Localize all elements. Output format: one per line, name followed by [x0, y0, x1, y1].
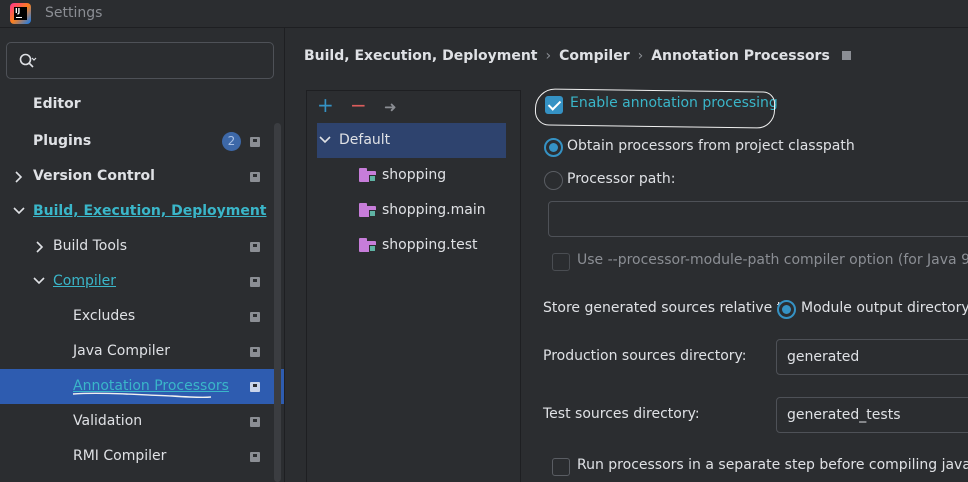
settings-sidebar: Editor Plugins 2 Version Control Build, … — [0, 28, 284, 482]
breadcrumb-item[interactable]: Build, Execution, Deployment — [304, 48, 538, 64]
project-level-icon — [250, 172, 260, 182]
production-sources-field[interactable]: generated — [776, 339, 968, 375]
breadcrumb: Build, Execution, Deployment › Compiler › An… — [304, 48, 851, 64]
update-count-badge: 2 — [222, 132, 241, 151]
sidebar-item-label: Editor — [33, 96, 81, 112]
search-icon — [19, 53, 37, 68]
chevron-down-icon — [319, 136, 331, 144]
checkbox-box[interactable] — [552, 253, 570, 271]
remove-icon[interactable]: − — [350, 95, 367, 115]
profiles-toolbar: + − ➜ — [307, 91, 520, 121]
sidebar-item-label: Excludes — [73, 308, 136, 324]
chevron-right-icon — [15, 171, 23, 183]
profiles-tree: + − ➜ Default shopping shopping.main sho… — [306, 90, 521, 482]
chevron-right-icon — [36, 241, 44, 253]
module-label: shopping.test — [382, 237, 478, 253]
module-folder-icon — [359, 168, 376, 182]
annotation-underline-mark — [72, 392, 212, 399]
title-bar: IJ Settings — [0, 0, 968, 28]
production-sources-label: Production sources directory: — [543, 348, 747, 364]
radio-label: Obtain processors from project classpath — [567, 138, 855, 154]
project-level-icon — [250, 277, 260, 287]
sidebar-item-rmi-compiler[interactable]: RMI Compiler — [0, 439, 284, 474]
sidebar-item-label: Compiler — [53, 273, 117, 289]
checkbox-label: Use --processor-module-path compiler opt… — [577, 252, 968, 268]
move-arrow-icon[interactable]: ➜ — [384, 97, 397, 117]
project-level-icon — [841, 51, 851, 60]
search-input[interactable] — [6, 42, 274, 79]
intellij-logo-icon: IJ — [10, 3, 31, 24]
breadcrumb-item: Annotation Processors — [651, 48, 830, 64]
sidebar-item-plugins[interactable]: Plugins 2 — [0, 124, 284, 159]
breadcrumb-separator: › — [637, 48, 644, 64]
radio-label: Module output directory — [801, 300, 968, 316]
sidebar-item-label: Build, Execution, Deployment — [33, 203, 267, 219]
radio-button[interactable] — [777, 300, 796, 319]
sidebar-item-version-control[interactable]: Version Control — [0, 159, 284, 194]
sidebar-item-build-execution-deployment[interactable]: Build, Execution, Deployment — [0, 194, 284, 229]
sidebar-item-label: Version Control — [33, 168, 155, 184]
processor-path-field[interactable] — [548, 201, 968, 237]
sidebar-item-label: Java Compiler — [73, 343, 171, 359]
store-generated-label: Store generated sources relative to: — [543, 300, 796, 316]
checkbox-box[interactable] — [552, 458, 570, 476]
sidebar-item-java-compiler[interactable]: Java Compiler — [0, 334, 284, 369]
sidebar-item-label: Build Tools — [53, 238, 128, 254]
annotation-circle-mark — [534, 88, 776, 129]
sidebar-item-compiler[interactable]: Compiler — [0, 264, 284, 299]
radio-label: Processor path: — [567, 171, 676, 187]
project-level-icon — [250, 242, 260, 252]
sidebar-item-validation[interactable]: Validation — [0, 404, 284, 439]
test-sources-label: Test sources directory: — [543, 406, 700, 422]
project-level-icon — [250, 312, 260, 322]
sidebar-item-editor[interactable]: Editor — [0, 87, 284, 122]
module-folder-icon — [359, 238, 376, 252]
sidebar-item-label: Plugins — [33, 133, 92, 149]
module-label: shopping.main — [382, 202, 486, 218]
test-sources-field[interactable]: generated_tests — [776, 397, 968, 433]
chevron-down-icon — [33, 277, 45, 285]
project-level-icon — [250, 382, 260, 392]
add-icon[interactable]: + — [317, 95, 334, 115]
project-level-icon — [250, 417, 260, 427]
project-level-icon — [250, 137, 260, 147]
module-label: shopping — [382, 167, 447, 183]
radio-button[interactable] — [544, 138, 563, 157]
sidebar-item-build-tools[interactable]: Build Tools — [0, 229, 284, 264]
chevron-down-icon — [13, 207, 25, 215]
sidebar-item-excludes[interactable]: Excludes — [0, 299, 284, 334]
sidebar-item-label: Validation — [73, 413, 143, 429]
window-title: Settings — [45, 5, 103, 21]
project-level-icon — [250, 347, 260, 357]
profile-label: Default — [339, 132, 391, 148]
sidebar-item-label: RMI Compiler — [73, 448, 167, 464]
profile-default[interactable]: Default — [317, 123, 506, 158]
checkbox-label: Run processors in a separate step before… — [577, 457, 968, 473]
sidebar-scrollbar[interactable] — [274, 123, 281, 482]
breadcrumb-separator: › — [545, 48, 552, 64]
radio-button[interactable] — [544, 171, 563, 190]
project-level-icon — [250, 452, 260, 462]
breadcrumb-item[interactable]: Compiler — [559, 48, 630, 64]
module-folder-icon — [359, 203, 376, 217]
